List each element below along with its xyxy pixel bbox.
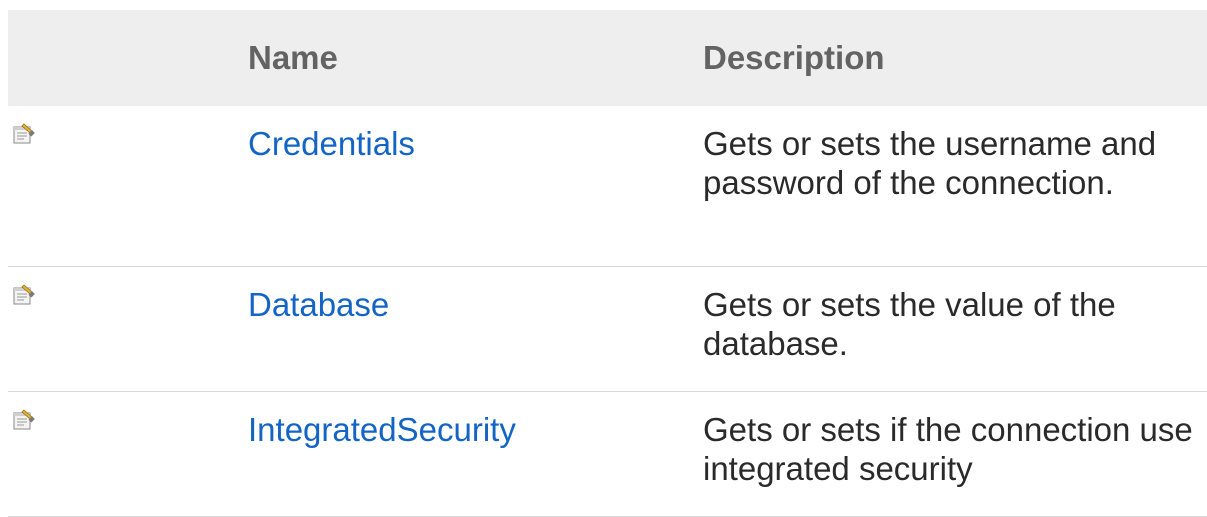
table-row: IntegratedSecurity Gets or sets if the c… xyxy=(8,391,1207,517)
row-name-cell: Database xyxy=(248,266,703,392)
row-name-cell: Credentials xyxy=(248,106,703,267)
header-name: Name xyxy=(248,10,703,106)
public-property-icon xyxy=(13,284,35,305)
header-icon-column xyxy=(8,10,248,106)
property-link-database[interactable]: Database xyxy=(248,267,703,325)
public-property-icon xyxy=(13,409,35,430)
property-description: Gets or sets the username and password o… xyxy=(703,125,1157,201)
property-description: Gets or sets the value of the database. xyxy=(703,286,1116,362)
property-link-credentials[interactable]: Credentials xyxy=(248,106,703,164)
row-icon-cell xyxy=(8,106,248,267)
row-description-cell: Gets or sets the value of the database. xyxy=(703,266,1207,392)
public-property-icon xyxy=(13,123,35,144)
table-header-row: Name Description xyxy=(8,10,1207,106)
properties-table: Name Description Credentials Gets or set… xyxy=(8,10,1207,517)
property-link-integratedsecurity[interactable]: IntegratedSecurity xyxy=(248,392,703,450)
row-description-cell: Gets or sets if the connection use integ… xyxy=(703,391,1207,517)
row-description-cell: Gets or sets the username and password o… xyxy=(703,106,1207,267)
table-row: Credentials Gets or sets the username an… xyxy=(8,106,1207,267)
table-row: Database Gets or sets the value of the d… xyxy=(8,266,1207,392)
property-description: Gets or sets if the connection use integ… xyxy=(703,411,1193,487)
header-description: Description xyxy=(703,10,1207,106)
row-icon-cell xyxy=(8,266,248,392)
row-icon-cell xyxy=(8,391,248,517)
row-name-cell: IntegratedSecurity xyxy=(248,391,703,517)
